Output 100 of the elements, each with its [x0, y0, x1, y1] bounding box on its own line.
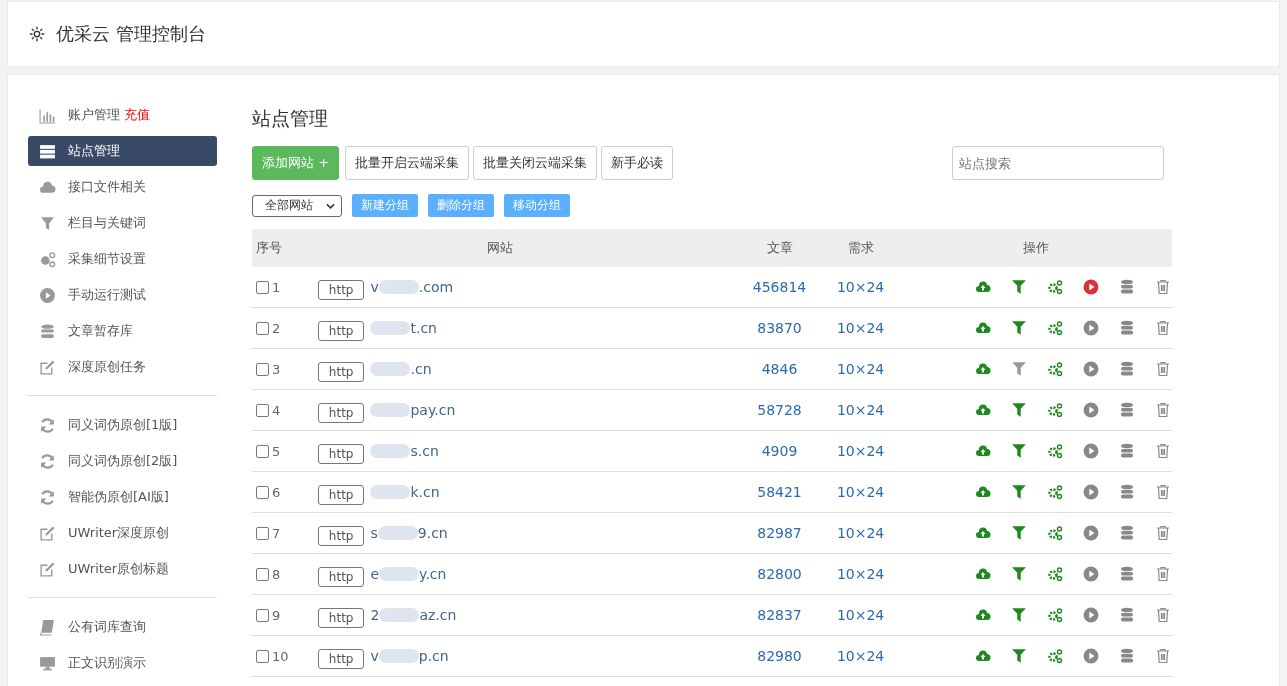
- database-icon[interactable]: [1119, 402, 1135, 418]
- sidebar-item[interactable]: 深度原创任务: [28, 352, 217, 382]
- play-icon[interactable]: [1083, 361, 1099, 377]
- recharge-link[interactable]: 充值: [124, 106, 150, 124]
- sidebar-item[interactable]: 文章暂存库: [28, 316, 217, 346]
- article-count[interactable]: 456814: [752, 279, 807, 295]
- filter-icon[interactable]: [1011, 648, 1027, 664]
- sidebar-item[interactable]: 采集细节设置: [28, 244, 217, 274]
- gears-icon[interactable]: [1047, 648, 1063, 664]
- trash-icon[interactable]: [1155, 566, 1171, 582]
- sidebar-item[interactable]: 手动运行测试: [28, 280, 217, 310]
- article-count[interactable]: 82980: [757, 648, 802, 664]
- trash-icon[interactable]: [1155, 648, 1171, 664]
- trash-icon[interactable]: [1155, 320, 1171, 336]
- cloud-upload-icon[interactable]: [975, 648, 991, 664]
- sidebar-item[interactable]: 站点管理: [28, 136, 217, 166]
- trash-icon[interactable]: [1155, 402, 1171, 418]
- sidebar-item[interactable]: 账户管理 充值: [28, 100, 217, 130]
- database-icon[interactable]: [1119, 443, 1135, 459]
- gears-icon[interactable]: [1047, 402, 1063, 418]
- play-icon[interactable]: [1083, 402, 1099, 418]
- filter-icon[interactable]: [1011, 484, 1027, 500]
- gears-icon[interactable]: [1047, 566, 1063, 582]
- cloud-upload-icon[interactable]: [975, 484, 991, 500]
- toolbar-button[interactable]: 批量开启云端采集: [345, 146, 470, 180]
- row-checkbox[interactable]: [256, 280, 269, 294]
- trash-icon[interactable]: [1155, 279, 1171, 295]
- filter-icon[interactable]: [1011, 279, 1027, 295]
- play-icon[interactable]: [1083, 648, 1099, 664]
- gears-icon[interactable]: [1047, 607, 1063, 623]
- cloud-upload-icon[interactable]: [975, 566, 991, 582]
- play-icon[interactable]: [1083, 525, 1099, 541]
- row-checkbox[interactable]: [256, 526, 269, 540]
- cloud-upload-icon[interactable]: [975, 279, 991, 295]
- sidebar-item[interactable]: 智能伪原创[AI版]: [28, 482, 217, 512]
- trash-icon[interactable]: [1155, 525, 1171, 541]
- row-checkbox[interactable]: [256, 567, 269, 581]
- sidebar-item[interactable]: 正文识别演示: [28, 648, 217, 678]
- trash-icon[interactable]: [1155, 607, 1171, 623]
- sidebar-item[interactable]: 公有词库查询: [28, 612, 217, 642]
- trash-icon[interactable]: [1155, 361, 1171, 377]
- cloud-upload-icon[interactable]: [975, 443, 991, 459]
- search-field[interactable]: 站点搜索: [952, 146, 1164, 180]
- gears-icon[interactable]: [1047, 484, 1063, 500]
- database-icon[interactable]: [1119, 279, 1135, 295]
- toolbar-button[interactable]: 新手必读: [601, 146, 674, 180]
- cloud-upload-icon[interactable]: [975, 361, 991, 377]
- sidebar-item[interactable]: 同义词伪原创[2版]: [28, 446, 217, 476]
- database-icon[interactable]: [1119, 484, 1135, 500]
- article-count[interactable]: 82800: [757, 566, 802, 582]
- play-icon[interactable]: [1083, 607, 1099, 623]
- database-icon[interactable]: [1119, 607, 1135, 623]
- gears-icon[interactable]: [1047, 443, 1063, 459]
- gears-icon[interactable]: [1047, 279, 1063, 295]
- sidebar-item[interactable]: 接口文件相关: [28, 172, 217, 202]
- article-count[interactable]: 83870: [757, 320, 802, 336]
- trash-icon[interactable]: [1155, 484, 1171, 500]
- database-icon[interactable]: [1119, 566, 1135, 582]
- article-count[interactable]: 58421: [757, 484, 802, 500]
- trash-icon[interactable]: [1155, 443, 1171, 459]
- filter-icon[interactable]: [1011, 566, 1027, 582]
- toolbar-button[interactable]: 批量关闭云端采集: [473, 146, 598, 180]
- cloud-upload-icon[interactable]: [975, 402, 991, 418]
- filter-icon[interactable]: [1011, 525, 1027, 541]
- article-count[interactable]: 4909: [761, 443, 798, 459]
- gears-icon[interactable]: [1047, 525, 1063, 541]
- row-checkbox[interactable]: [256, 608, 269, 622]
- play-icon[interactable]: [1083, 320, 1099, 336]
- filter-icon[interactable]: [1011, 443, 1027, 459]
- article-count[interactable]: 82987: [757, 525, 802, 541]
- play-icon[interactable]: [1083, 279, 1099, 295]
- cloud-upload-icon[interactable]: [975, 607, 991, 623]
- sidebar-item[interactable]: 同义词伪原创[1版]: [28, 410, 217, 440]
- gears-icon[interactable]: [1047, 320, 1063, 336]
- cloud-upload-icon[interactable]: [975, 525, 991, 541]
- gears-icon[interactable]: [1047, 361, 1063, 377]
- filter-icon[interactable]: [1011, 402, 1027, 418]
- play-icon[interactable]: [1083, 566, 1099, 582]
- database-icon[interactable]: [1119, 648, 1135, 664]
- row-checkbox[interactable]: [256, 444, 269, 458]
- play-icon[interactable]: [1083, 484, 1099, 500]
- sidebar-item[interactable]: UWriter原创标题: [28, 554, 217, 584]
- play-icon[interactable]: [1083, 443, 1099, 459]
- row-checkbox[interactable]: [256, 649, 269, 663]
- filter-icon[interactable]: [1011, 320, 1027, 336]
- filter-icon[interactable]: [1011, 361, 1027, 377]
- row-checkbox[interactable]: [256, 321, 269, 335]
- sidebar-item[interactable]: UWriter深度原创: [28, 518, 217, 548]
- article-count[interactable]: 58728: [757, 402, 802, 418]
- group-dropdown[interactable]: 全部网站: [252, 194, 342, 217]
- filter-icon[interactable]: [1011, 607, 1027, 623]
- article-count[interactable]: 4846: [761, 361, 798, 377]
- database-icon[interactable]: [1119, 361, 1135, 377]
- row-checkbox[interactable]: [256, 403, 269, 417]
- cloud-upload-icon[interactable]: [975, 320, 991, 336]
- sidebar-item[interactable]: 栏目与关键词: [28, 208, 217, 238]
- article-count[interactable]: 82837: [757, 607, 802, 623]
- database-icon[interactable]: [1119, 525, 1135, 541]
- row-checkbox[interactable]: [256, 485, 269, 499]
- database-icon[interactable]: [1119, 320, 1135, 336]
